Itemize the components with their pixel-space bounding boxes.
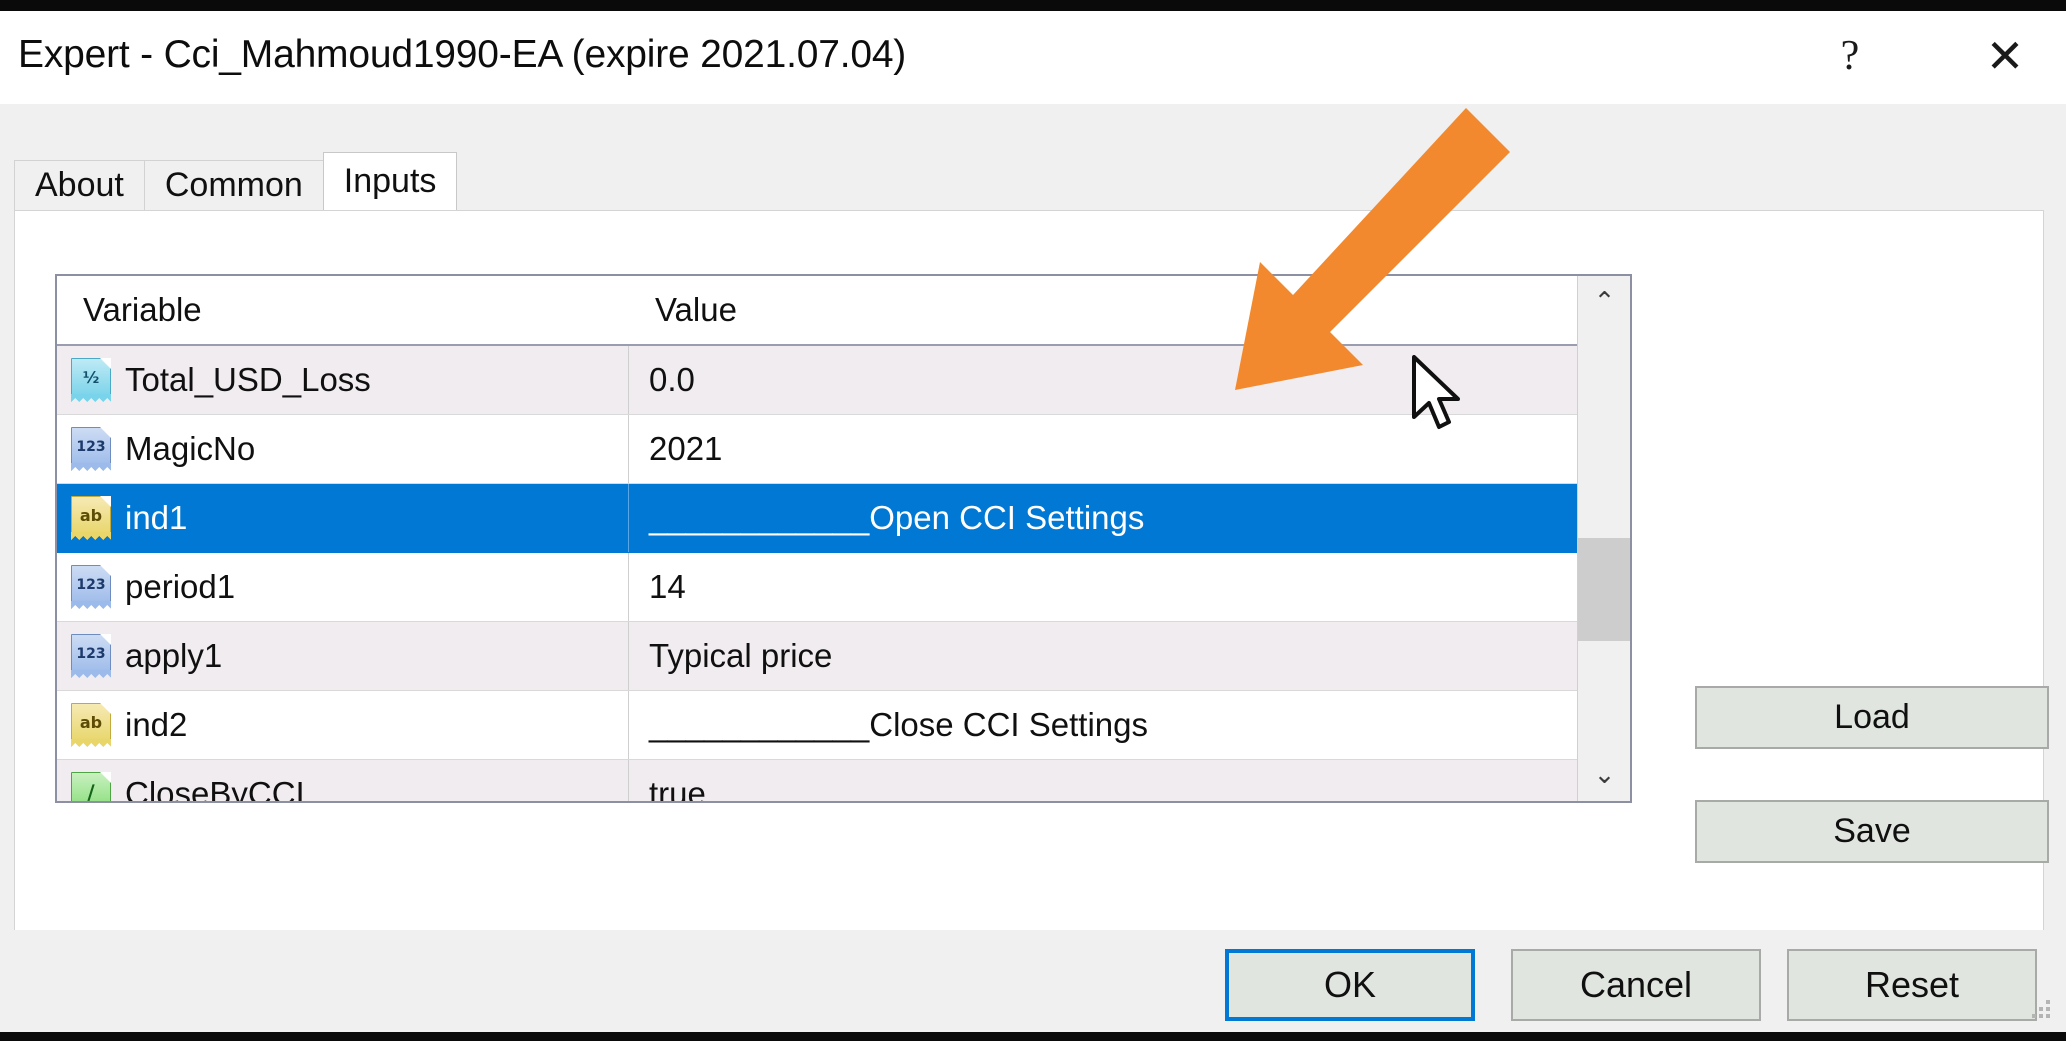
tab-inputs[interactable]: Inputs bbox=[323, 152, 458, 210]
tab-inputs-label: Inputs bbox=[344, 162, 437, 201]
close-x-icon: ✕ bbox=[1986, 33, 2025, 79]
grid-header-row: Variable Value bbox=[57, 276, 1577, 346]
question-mark-icon: ? bbox=[1841, 35, 1860, 77]
ok-button[interactable]: OK bbox=[1225, 949, 1475, 1021]
scroll-down-button[interactable]: ⌄ bbox=[1578, 749, 1631, 801]
screenshot-root: Expert - Cci_Mahmoud1990-EA (expire 2021… bbox=[0, 0, 2066, 1041]
string-type-icon: ab bbox=[71, 496, 111, 540]
inputs-grid[interactable]: Variable Value ½ Total_USD_Loss bbox=[55, 274, 1632, 803]
row-value-cell[interactable]: ____________Open CCI Settings bbox=[629, 484, 1577, 552]
dialog-title: Expert - Cci_Mahmoud1990-EA (expire 2021… bbox=[18, 33, 906, 77]
row-variable-label: period1 bbox=[125, 568, 235, 606]
dialog-client-area: About Common Inputs Variable Value bbox=[0, 104, 2066, 930]
chevron-down-icon: ⌄ bbox=[1594, 762, 1616, 788]
column-header-variable[interactable]: Variable bbox=[57, 276, 629, 344]
row-value-cell[interactable]: 14 bbox=[629, 553, 1577, 621]
table-row[interactable]: ∕ CloseByCCI true bbox=[57, 760, 1577, 801]
table-row-selected[interactable]: ab ind1 ____________Open CCI Settings bbox=[57, 484, 1577, 553]
int-type-icon: 123 bbox=[71, 565, 111, 609]
close-button[interactable]: ✕ bbox=[1950, 20, 2060, 92]
double-type-icon: ½ bbox=[71, 358, 111, 402]
row-variable-cell[interactable]: ab ind2 bbox=[57, 691, 629, 759]
bottom-black-border bbox=[0, 1032, 2066, 1041]
expert-properties-dialog: Expert - Cci_Mahmoud1990-EA (expire 2021… bbox=[0, 11, 2066, 1032]
row-variable-cell[interactable]: 123 MagicNo bbox=[57, 415, 629, 483]
inputs-tab-panel: Variable Value ½ Total_USD_Loss bbox=[14, 210, 2044, 1016]
tab-about-label: About bbox=[35, 166, 124, 205]
row-variable-cell[interactable]: 123 period1 bbox=[57, 553, 629, 621]
bool-type-icon: ∕ bbox=[71, 772, 111, 801]
help-button[interactable]: ? bbox=[1795, 20, 1905, 92]
grid-vertical-scrollbar[interactable]: ⌃ ⌄ bbox=[1577, 276, 1630, 801]
tab-common-label: Common bbox=[165, 166, 303, 205]
top-black-border bbox=[0, 0, 2066, 11]
row-value-cell[interactable]: Typical price bbox=[629, 622, 1577, 690]
int-type-icon: 123 bbox=[71, 427, 111, 471]
resize-grip[interactable] bbox=[2032, 1000, 2054, 1022]
table-row[interactable]: 123 apply1 Typical price bbox=[57, 622, 1577, 691]
row-variable-cell[interactable]: ∕ CloseByCCI bbox=[57, 760, 629, 801]
row-variable-label: CloseByCCI bbox=[125, 775, 305, 801]
row-variable-label: Total_USD_Loss bbox=[125, 361, 371, 399]
row-value-cell[interactable]: 0.0 bbox=[629, 346, 1577, 414]
row-variable-cell[interactable]: ab ind1 bbox=[57, 484, 629, 552]
row-value-cell[interactable]: true bbox=[629, 760, 1577, 801]
tab-common[interactable]: Common bbox=[144, 160, 324, 210]
inputs-grid-viewport: Variable Value ½ Total_USD_Loss bbox=[57, 276, 1577, 801]
row-value-cell[interactable]: 2021 bbox=[629, 415, 1577, 483]
row-value-cell[interactable]: ____________Close CCI Settings bbox=[629, 691, 1577, 759]
table-row[interactable]: 123 period1 14 bbox=[57, 553, 1577, 622]
chevron-up-icon: ⌃ bbox=[1594, 289, 1616, 315]
table-row[interactable]: ab ind2 ____________Close CCI Settings bbox=[57, 691, 1577, 760]
reset-button[interactable]: Reset bbox=[1787, 949, 2037, 1021]
scrollbar-thumb[interactable] bbox=[1578, 538, 1631, 641]
tab-about[interactable]: About bbox=[14, 160, 145, 210]
dialog-titlebar: Expert - Cci_Mahmoud1990-EA (expire 2021… bbox=[0, 11, 2066, 104]
load-button[interactable]: Load bbox=[1695, 686, 2049, 749]
row-variable-label: MagicNo bbox=[125, 430, 255, 468]
save-button[interactable]: Save bbox=[1695, 800, 2049, 863]
column-header-value[interactable]: Value bbox=[629, 276, 1577, 344]
table-row[interactable]: 123 MagicNo 2021 bbox=[57, 415, 1577, 484]
table-row[interactable]: ½ Total_USD_Loss 0.0 bbox=[57, 346, 1577, 415]
cancel-button[interactable]: Cancel bbox=[1511, 949, 1761, 1021]
row-variable-cell[interactable]: 123 apply1 bbox=[57, 622, 629, 690]
row-variable-label: ind2 bbox=[125, 706, 187, 744]
row-variable-label: apply1 bbox=[125, 637, 222, 675]
scroll-up-button[interactable]: ⌃ bbox=[1578, 276, 1631, 328]
row-variable-label: ind1 bbox=[125, 499, 187, 537]
dialog-footer: OK Cancel Reset bbox=[0, 930, 2066, 1032]
int-type-icon: 123 bbox=[71, 634, 111, 678]
tab-strip: About Common Inputs bbox=[14, 154, 456, 210]
row-variable-cell[interactable]: ½ Total_USD_Loss bbox=[57, 346, 629, 414]
string-type-icon: ab bbox=[71, 703, 111, 747]
